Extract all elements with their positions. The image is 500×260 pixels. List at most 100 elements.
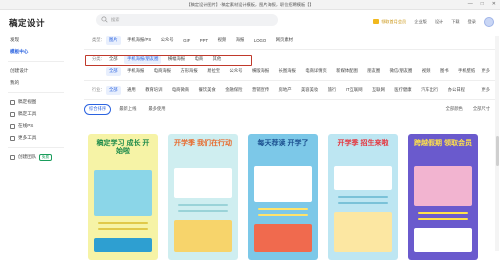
filter-industry-option[interactable]: 全部 <box>106 85 121 95</box>
filter-industry-option[interactable]: 旅行 <box>325 86 340 95</box>
filter-subcategory-option[interactable]: 易拉宝 <box>204 67 223 76</box>
filter-subcategory-option[interactable]: 视频 <box>419 67 434 76</box>
top-right-bar: 领取首月会员 企业版 设计 下载 登录 <box>373 17 494 27</box>
filter-subcategory-option[interactable]: 电商海报 <box>151 67 174 76</box>
filter-type-option[interactable]: GIF <box>180 36 193 44</box>
card-illustration <box>94 170 152 216</box>
design-link[interactable]: 设计 <box>435 19 443 25</box>
sort-tab[interactable]: 最多使用 <box>144 105 169 114</box>
filter-industry-row: 行业： 全部 通用 教育培训 电商微商 餐饮美食 金融保险 营销宣传 房地产 美… <box>84 84 496 96</box>
template-card-title: 开学季 我们在行动 <box>174 140 232 147</box>
scrollbar-thumb[interactable] <box>495 136 499 166</box>
filter-type-option[interactable]: 公众号 <box>158 36 177 45</box>
filter-industry-option[interactable]: 美容美妆 <box>298 86 321 95</box>
template-card[interactable]: 每天荐读 开学了 <box>248 134 318 260</box>
card-text-line <box>98 228 148 230</box>
tools-icon <box>10 111 15 117</box>
subcategory-more-button[interactable]: 更多 <box>481 68 490 74</box>
filter-industry-option[interactable]: 电商微商 <box>169 86 192 95</box>
enterprise-link[interactable]: 企业版 <box>414 19 427 25</box>
filter-subcategory-option[interactable]: 朋友圈 <box>364 67 383 76</box>
card-text-line <box>418 212 468 214</box>
window-title: 【稿定设计图片】-稿定素材设计模板，图片海报，职位招聘模板【】 <box>186 2 314 7</box>
card-text-line <box>338 196 388 198</box>
card-text-line <box>98 222 148 224</box>
filter-industry-option[interactable]: 医疗健康 <box>391 86 414 95</box>
filter-type-option[interactable]: PPT <box>197 36 211 44</box>
filter-subcategory-option[interactable]: 新媒体配图 <box>333 67 360 76</box>
sidebar-item-online-ps[interactable]: 在线PS <box>0 120 72 132</box>
template-card-title: 开学季 招生来啦 <box>337 140 389 147</box>
filter-subcategory-option[interactable]: 方形海报 <box>177 67 200 76</box>
row-divider <box>84 49 496 50</box>
filter-type-option[interactable]: 图片 <box>106 35 121 45</box>
filter-industry-option[interactable]: 教育培训 <box>142 86 165 95</box>
grid-icon <box>10 135 15 141</box>
window-controls: — □ ✕ <box>468 1 496 7</box>
filter-industry-option[interactable]: 办公日程 <box>445 86 468 95</box>
sort-right-filters: 全部颜色 全部尺寸 <box>446 106 490 112</box>
maximize-button[interactable]: □ <box>481 1 484 7</box>
avatar[interactable] <box>484 17 494 27</box>
filter-type-option[interactable]: 网页素材 <box>273 36 296 45</box>
filter-industry-option[interactable]: 汽车出行 <box>418 86 441 95</box>
sidebar-item-discover[interactable]: 发现 <box>0 34 72 46</box>
filter-industry-option[interactable]: 金融保险 <box>222 86 245 95</box>
template-card[interactable]: 稿定学习 成长 开始啦 <box>88 134 158 260</box>
filter-industry-option[interactable]: 营销宣传 <box>249 86 272 95</box>
filter-subcategory-option[interactable]: 微信/朋友圈 <box>387 67 416 76</box>
scrollbar[interactable] <box>495 36 499 251</box>
filter-subcategory-option[interactable]: 横版海报 <box>249 67 272 76</box>
minimize-button[interactable]: — <box>468 1 473 7</box>
sidebar-item-tools[interactable]: 稿定工具 <box>0 108 72 120</box>
color-filter-dropdown[interactable]: 全部颜色 <box>446 106 463 112</box>
download-link[interactable]: 下载 <box>451 19 459 25</box>
template-card[interactable]: 开学季 招生来啦 <box>328 134 398 260</box>
card-text-line <box>418 218 468 220</box>
template-card-title: 每天荐读 开学了 <box>257 140 309 147</box>
search-bar[interactable]: 搜索 <box>96 14 278 26</box>
row-divider <box>84 99 496 100</box>
filter-industry-label: 行业： <box>92 87 105 92</box>
size-filter-dropdown[interactable]: 全部尺寸 <box>473 106 490 112</box>
card-text-line <box>258 208 308 210</box>
filter-industry-option[interactable]: 房地产 <box>276 86 295 95</box>
sidebar-item-more-tools[interactable]: 更多工具 <box>0 132 72 144</box>
card-illustration <box>414 166 472 206</box>
ps-icon <box>10 123 15 129</box>
template-card[interactable]: 跨越假期 领取会员 <box>408 134 478 260</box>
sort-tab[interactable]: 综合排序 <box>84 103 112 115</box>
filter-industry-option[interactable]: 互联网 <box>369 86 388 95</box>
sidebar-item-views[interactable]: 稿定视图 <box>0 96 72 108</box>
filter-industry-option[interactable]: IT互联网 <box>343 86 366 95</box>
filter-subcategory-option[interactable]: 手机海报 <box>124 67 147 76</box>
close-button[interactable]: ✕ <box>492 1 496 7</box>
filter-subcategory-option[interactable]: 全部 <box>106 66 121 76</box>
sort-tab[interactable]: 最新上线 <box>115 105 140 114</box>
filter-subcategory-option[interactable]: 图书 <box>437 67 452 76</box>
filter-type-option[interactable]: 视频 <box>215 36 230 45</box>
sidebar-item-templates[interactable]: 模板中心 <box>0 46 72 58</box>
filter-subcategory-option[interactable]: 长图海报 <box>276 67 299 76</box>
team-icon <box>10 154 15 160</box>
filter-industry-option[interactable]: 通用 <box>124 86 139 95</box>
filter-subcategory-option[interactable]: 手机壁纸 <box>455 67 478 76</box>
template-card-title: 跨越假期 领取会员 <box>414 140 472 147</box>
card-text-line <box>178 210 228 212</box>
login-link[interactable]: 登录 <box>468 19 476 25</box>
filter-subcategory-option[interactable]: 电商详情页 <box>302 67 329 76</box>
template-card[interactable]: 开学季 我们在行动 <box>168 134 238 260</box>
sidebar-item-mine[interactable]: 我的 <box>0 77 72 89</box>
filter-type-option[interactable]: 海报 <box>233 36 248 45</box>
filter-type-option[interactable]: 手机海报/PS <box>124 36 154 45</box>
filter-type-option[interactable]: LOGO <box>251 36 269 44</box>
filter-industry-option[interactable]: 餐饮美食 <box>196 86 219 95</box>
filter-subcategory-option[interactable]: 公众号 <box>227 67 246 76</box>
sidebar-divider <box>8 92 64 93</box>
industry-more-button[interactable]: 更多 <box>481 87 490 93</box>
app-logo[interactable]: 稿定设计 <box>9 17 45 29</box>
sidebar-item-create-team[interactable]: 创建团队 免费 <box>0 151 72 163</box>
sidebar-item-create[interactable]: 创建设计 <box>0 65 72 77</box>
filter-type-label: 类型： <box>92 37 105 42</box>
vip-offer-link[interactable]: 领取首月会员 <box>373 19 406 25</box>
